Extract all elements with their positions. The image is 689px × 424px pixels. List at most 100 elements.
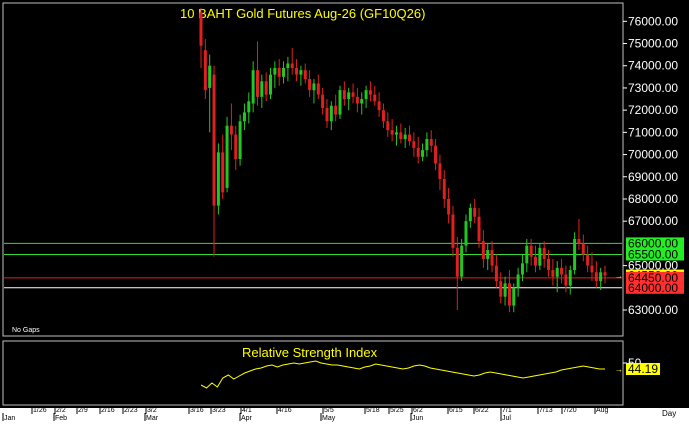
candle-body <box>208 65 212 88</box>
candle-body <box>538 247 542 266</box>
candle-body <box>386 121 390 131</box>
date-label: 5/25 <box>390 407 404 414</box>
candle-body <box>295 67 299 75</box>
candle-body <box>551 270 555 277</box>
candle-body <box>560 267 564 275</box>
date-label: Aug <box>596 407 609 414</box>
candle-body <box>468 207 472 222</box>
candle-body <box>555 267 559 277</box>
candle-body <box>460 245 464 277</box>
date-label: 2/9 <box>78 407 88 414</box>
price-tick-label: 68000.00 <box>628 192 678 206</box>
candle-body <box>338 90 342 115</box>
price-tag-label: 64000.00 <box>628 281 678 295</box>
candle-body <box>277 67 281 77</box>
candle-body <box>490 250 494 266</box>
rsi-title: Relative Strength Index <box>242 345 378 360</box>
candle-body <box>421 150 425 157</box>
candle-body <box>503 283 507 297</box>
price-axis: 76000.00 75000.00 74000.00 73000.00 72000.00… <box>615 14 684 317</box>
candle-body <box>381 110 385 122</box>
candle-body <box>329 105 333 122</box>
candle-body <box>494 265 498 282</box>
candle-body <box>308 79 312 91</box>
price-tick-label: 63000.00 <box>628 303 678 317</box>
price-tick-label: 76000.00 <box>628 14 678 28</box>
date-label: 2/16 <box>101 407 115 414</box>
candle-body <box>408 134 412 142</box>
price-tick-label: 71000.00 <box>628 125 678 139</box>
date-label: 6/2 <box>413 407 423 414</box>
date-label: 5/18 <box>366 407 380 414</box>
candle-body <box>234 134 238 160</box>
chart-title: 10 BAHT Gold Futures Aug-26 (GF10Q26) <box>180 6 425 21</box>
candle-body <box>590 265 594 273</box>
date-label: Jan <box>4 415 15 422</box>
date-label: Jul <box>502 415 511 422</box>
candle-body <box>533 256 537 266</box>
candle-body <box>434 145 438 164</box>
candle-body <box>455 247 459 277</box>
candle-body <box>290 63 294 68</box>
candle-body <box>486 250 490 259</box>
candle-body <box>394 132 398 135</box>
price-tick-label: 75000.00 <box>628 37 678 51</box>
candle-body <box>269 74 273 95</box>
date-label: 7/20 <box>563 407 577 414</box>
date-label: Feb <box>55 415 67 422</box>
candle-body <box>273 67 277 75</box>
candle-body <box>573 238 577 271</box>
price-panel <box>2 2 624 337</box>
candle-body <box>299 70 303 75</box>
date-label: 3/2 <box>147 407 157 414</box>
candle-body <box>603 272 607 276</box>
candle-body <box>547 258 551 271</box>
candle-body <box>581 243 585 255</box>
date-label: Apr <box>241 415 253 422</box>
candle-body <box>542 247 546 259</box>
candle-body <box>203 50 207 91</box>
candle-body <box>212 74 216 206</box>
candle-body <box>568 270 572 286</box>
candle-body <box>242 112 246 122</box>
day-label: Day <box>662 409 676 418</box>
current-price-arrow: → <box>615 272 623 281</box>
candle-body <box>599 272 603 282</box>
date-label: Jun <box>412 415 423 422</box>
date-label: 6/15 <box>449 407 463 414</box>
candle-body <box>247 101 251 113</box>
candle-body <box>429 139 433 146</box>
date-label: May <box>322 415 336 422</box>
candle-body <box>464 221 468 246</box>
candle-body <box>364 90 368 100</box>
candle-body <box>586 254 590 266</box>
candle-body <box>499 281 503 297</box>
candle-body <box>286 63 290 68</box>
candle-body <box>520 263 524 275</box>
candle-body <box>368 90 372 95</box>
date-label: 6/22 <box>475 407 489 414</box>
candle-body <box>425 139 429 151</box>
candle-body <box>377 101 381 111</box>
price-tick-label: 70000.00 <box>628 148 678 162</box>
candle-body <box>255 70 259 97</box>
candle-body <box>399 132 403 140</box>
price-tick-label: 74000.00 <box>628 59 678 73</box>
date-label: Mar <box>146 415 159 422</box>
candle-body <box>303 70 307 80</box>
candle-body <box>312 83 316 91</box>
candle-body <box>447 198 451 215</box>
candle-body <box>334 105 338 115</box>
candle-body <box>412 141 416 148</box>
price-tick-label: 73000.00 <box>628 81 678 95</box>
date-label: 2/23 <box>124 407 138 414</box>
chart-canvas: 10 BAHT Gold Futures Aug-26 (GF10Q26) No… <box>0 2 689 424</box>
date-label: 5/5 <box>324 407 334 414</box>
candle-body <box>438 163 442 179</box>
candle-body <box>473 207 477 217</box>
candle-body <box>325 107 329 122</box>
candle-body <box>355 96 359 104</box>
candle-body <box>507 283 511 306</box>
candle-body <box>199 12 203 46</box>
candle-body <box>416 147 420 157</box>
